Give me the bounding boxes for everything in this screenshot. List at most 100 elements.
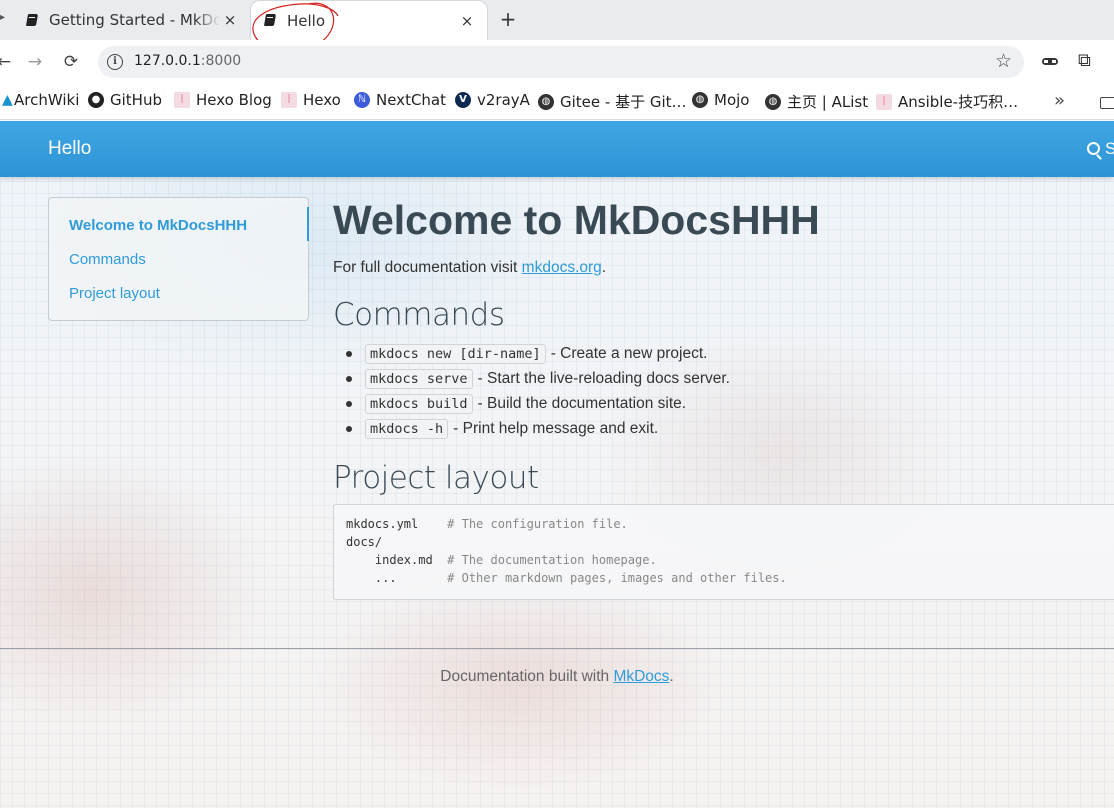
bookmark-label: ArchWiki bbox=[14, 91, 80, 109]
close-icon[interactable]: × bbox=[220, 11, 240, 29]
lead-paragraph: For full documentation visit mkdocs.org. bbox=[333, 259, 606, 277]
bookmarks-bar: ▲ ArchWiki ● GitHub ᛁ Hexo Blog ᛁ Hexo ℕ… bbox=[0, 84, 1114, 120]
command-desc: - Start the live-reloading docs server. bbox=[477, 369, 730, 387]
code-text: ... bbox=[346, 571, 448, 585]
bookmark-label: Hexo bbox=[303, 91, 341, 109]
site-brand[interactable]: Hello bbox=[48, 138, 91, 160]
command-code: mkdocs -h bbox=[365, 418, 449, 439]
page-viewport: Hello Search Welcome to MkDocsHHH Comman… bbox=[0, 121, 1114, 808]
list-item: mkdocs serve - Start the live-reloading d… bbox=[346, 366, 730, 391]
site-info-icon[interactable]: i bbox=[107, 54, 123, 70]
command-desc: - Build the documentation site. bbox=[477, 394, 687, 412]
footer-divider bbox=[0, 648, 1114, 649]
code-comment: # Other markdown pages, images and other… bbox=[447, 571, 787, 585]
table-of-contents: Welcome to MkDocsHHH Commands Project la… bbox=[48, 197, 309, 321]
bookmark-mojo[interactable]: ◍ Mojo bbox=[692, 91, 749, 109]
code-comment: # The configuration file. bbox=[447, 517, 628, 531]
extensions-puzzle-icon[interactable]: ⧉ bbox=[1078, 51, 1098, 71]
code-text: mkdocs.yml bbox=[346, 517, 448, 531]
code-line: docs/ bbox=[346, 533, 1102, 551]
toc-item-welcome[interactable]: Welcome to MkDocsHHH bbox=[69, 217, 247, 234]
tab-hello[interactable]: Hello × bbox=[250, 0, 488, 40]
bookmark-github[interactable]: ● GitHub bbox=[88, 91, 162, 109]
site-navbar: Hello Search bbox=[0, 121, 1114, 177]
close-icon[interactable]: × bbox=[457, 12, 477, 30]
mkdocs-org-link[interactable]: mkdocs.org bbox=[522, 259, 602, 276]
code-text: docs/ bbox=[346, 535, 383, 549]
back-button[interactable]: ← bbox=[0, 50, 16, 74]
bookmark-v2raya[interactable]: V v2rayA bbox=[455, 91, 530, 109]
code-line: ... # Other markdown pages, images and o… bbox=[346, 569, 1102, 587]
footer-text: Documentation built with bbox=[440, 668, 614, 685]
url-port: :8000 bbox=[200, 53, 242, 69]
search-button[interactable]: Search bbox=[1087, 139, 1114, 159]
command-desc: - Create a new project. bbox=[550, 344, 708, 362]
bookmark-label: 主页 | AList bbox=[787, 93, 869, 111]
bookmark-hexo[interactable]: ᛁ Hexo bbox=[281, 91, 341, 109]
book-icon bbox=[264, 14, 276, 27]
hexo-icon: ᛁ bbox=[876, 93, 892, 110]
bookmark-hexo-blog[interactable]: ᛁ Hexo Blog bbox=[174, 91, 272, 109]
book-icon bbox=[26, 14, 38, 27]
footer-suffix: . bbox=[669, 668, 674, 685]
nextchat-icon: ℕ bbox=[354, 92, 370, 108]
command-code: mkdocs new [dir-name] bbox=[365, 343, 546, 364]
bookmark-label: Hexo Blog bbox=[196, 91, 272, 109]
hexo-icon: ᛁ bbox=[174, 92, 190, 108]
code-line: mkdocs.yml # The configuration file. bbox=[346, 515, 1102, 533]
toc-item-commands[interactable]: Commands bbox=[69, 251, 146, 268]
toc-item-project-layout[interactable]: Project layout bbox=[69, 285, 160, 302]
list-item: mkdocs -h - Print help message and exit. bbox=[346, 416, 730, 441]
bookmark-label: NextChat bbox=[376, 91, 446, 109]
commands-list: mkdocs new [dir-name] - Create a new proj… bbox=[346, 341, 730, 441]
search-icon bbox=[1087, 142, 1100, 155]
bookmark-label: Gitee - 基于 Git… bbox=[560, 93, 687, 111]
bookmark-gitee[interactable]: ◍ Gitee - 基于 Git… bbox=[538, 91, 687, 112]
bookmark-alist[interactable]: ◍ 主页 | AList bbox=[765, 91, 868, 112]
globe-icon: ◍ bbox=[765, 93, 781, 110]
v2raya-icon: V bbox=[455, 92, 471, 108]
tab-strip: ▸ Getting Started - MkDocs × Hello × + bbox=[0, 0, 1114, 51]
url-host: 127.0.0.1 bbox=[134, 53, 201, 69]
globe-icon: ◍ bbox=[692, 92, 708, 108]
tab-title: Hello bbox=[287, 11, 326, 30]
page-title: Welcome to MkDocsHHH bbox=[333, 197, 820, 243]
tab-getting-started[interactable]: Getting Started - MkDocs × bbox=[0, 0, 250, 40]
commands-heading: Commands bbox=[333, 297, 505, 333]
bookmark-nextchat[interactable]: ℕ NextChat bbox=[354, 91, 446, 109]
url-text[interactable]: 127.0.0.1:8000 bbox=[134, 53, 241, 69]
forward-button[interactable]: → bbox=[23, 50, 47, 74]
code-text: index.md bbox=[346, 553, 448, 567]
bookmark-label: Ansible-技巧积… bbox=[898, 93, 1019, 111]
bookmark-ansible[interactable]: ᛁ Ansible-技巧积… bbox=[876, 91, 1018, 112]
bookmark-archwiki[interactable]: ▲ ArchWiki bbox=[2, 91, 79, 109]
hexo-icon: ᛁ bbox=[281, 92, 297, 108]
incognito-extension-icon[interactable] bbox=[1040, 54, 1060, 70]
project-layout-heading: Project layout bbox=[333, 460, 539, 496]
list-item: mkdocs build - Build the documentation si… bbox=[346, 391, 730, 416]
lead-text: For full documentation visit bbox=[333, 259, 522, 276]
code-comment: # The documentation homepage. bbox=[447, 553, 657, 567]
bookmark-star-icon[interactable]: ☆ bbox=[995, 50, 1012, 72]
command-code: mkdocs serve bbox=[365, 368, 473, 389]
folder-icon[interactable] bbox=[1100, 97, 1114, 109]
search-label: Search bbox=[1105, 139, 1114, 158]
lead-suffix: . bbox=[601, 259, 607, 276]
tab-title: Getting Started - MkDocs bbox=[49, 11, 220, 29]
reload-button[interactable]: ⟳ bbox=[59, 50, 83, 74]
command-desc: - Print help message and exit. bbox=[453, 419, 659, 437]
new-tab-button[interactable]: + bbox=[496, 8, 520, 32]
globe-icon: ◍ bbox=[538, 93, 554, 110]
bookmark-label: GitHub bbox=[110, 91, 162, 109]
project-layout-codeblock: mkdocs.yml # The configuration file. docs… bbox=[333, 504, 1114, 600]
browser-toolbar: ← → ⟳ i 127.0.0.1:8000 ☆ ⧉ bbox=[0, 40, 1114, 84]
mkdocs-link[interactable]: MkDocs bbox=[613, 668, 669, 685]
github-icon: ● bbox=[88, 92, 104, 108]
more-bookmarks-button[interactable]: » bbox=[1054, 90, 1065, 111]
address-bar[interactable]: i 127.0.0.1:8000 ☆ bbox=[98, 46, 1024, 78]
toc-active-indicator bbox=[307, 207, 309, 241]
archlinux-icon: ▲ bbox=[2, 92, 13, 108]
list-item: mkdocs new [dir-name] - Create a new proj… bbox=[346, 341, 730, 366]
bookmark-label: Mojo bbox=[714, 91, 750, 109]
command-code: mkdocs build bbox=[365, 393, 473, 414]
